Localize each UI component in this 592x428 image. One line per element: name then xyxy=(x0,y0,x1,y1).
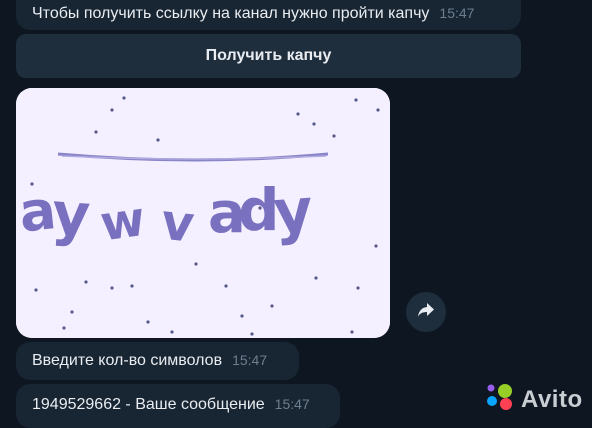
svg-text:y: y xyxy=(271,175,315,248)
message-bubble-id: 1949529662 - Ваше сообщение 15:47 xyxy=(16,384,340,428)
captcha-picture: a y w v a d y xyxy=(16,88,390,338)
get-captcha-button[interactable]: Получить капчу xyxy=(16,34,521,78)
message-text: 1949529662 - Ваше сообщение xyxy=(32,396,265,413)
svg-text:v: v xyxy=(159,193,197,254)
forward-arrow-icon xyxy=(417,302,435,323)
avito-logo-icon xyxy=(485,383,515,416)
avito-watermark: Avito xyxy=(485,383,583,416)
message-time: 15:47 xyxy=(274,396,310,412)
get-captcha-button-label: Получить капчу xyxy=(205,47,332,64)
message-bubble-instruction: Введите кол-во символов 15:47 xyxy=(16,342,299,380)
avito-wordmark: Avito xyxy=(521,385,583,413)
message-time: 15:47 xyxy=(232,352,268,368)
captcha-image[interactable]: a y w v a d y xyxy=(16,88,390,338)
svg-text:y: y xyxy=(50,179,92,249)
forward-button[interactable] xyxy=(406,292,446,332)
message-bubble-captcha-prompt: Чтобы получить ссылку на канал нужно про… xyxy=(16,0,521,30)
message-text: Чтобы получить ссылку на канал нужно про… xyxy=(32,5,430,22)
message-time: 15:47 xyxy=(439,5,475,21)
svg-text:w: w xyxy=(97,191,149,253)
message-text: Введите кол-во символов xyxy=(32,352,223,369)
